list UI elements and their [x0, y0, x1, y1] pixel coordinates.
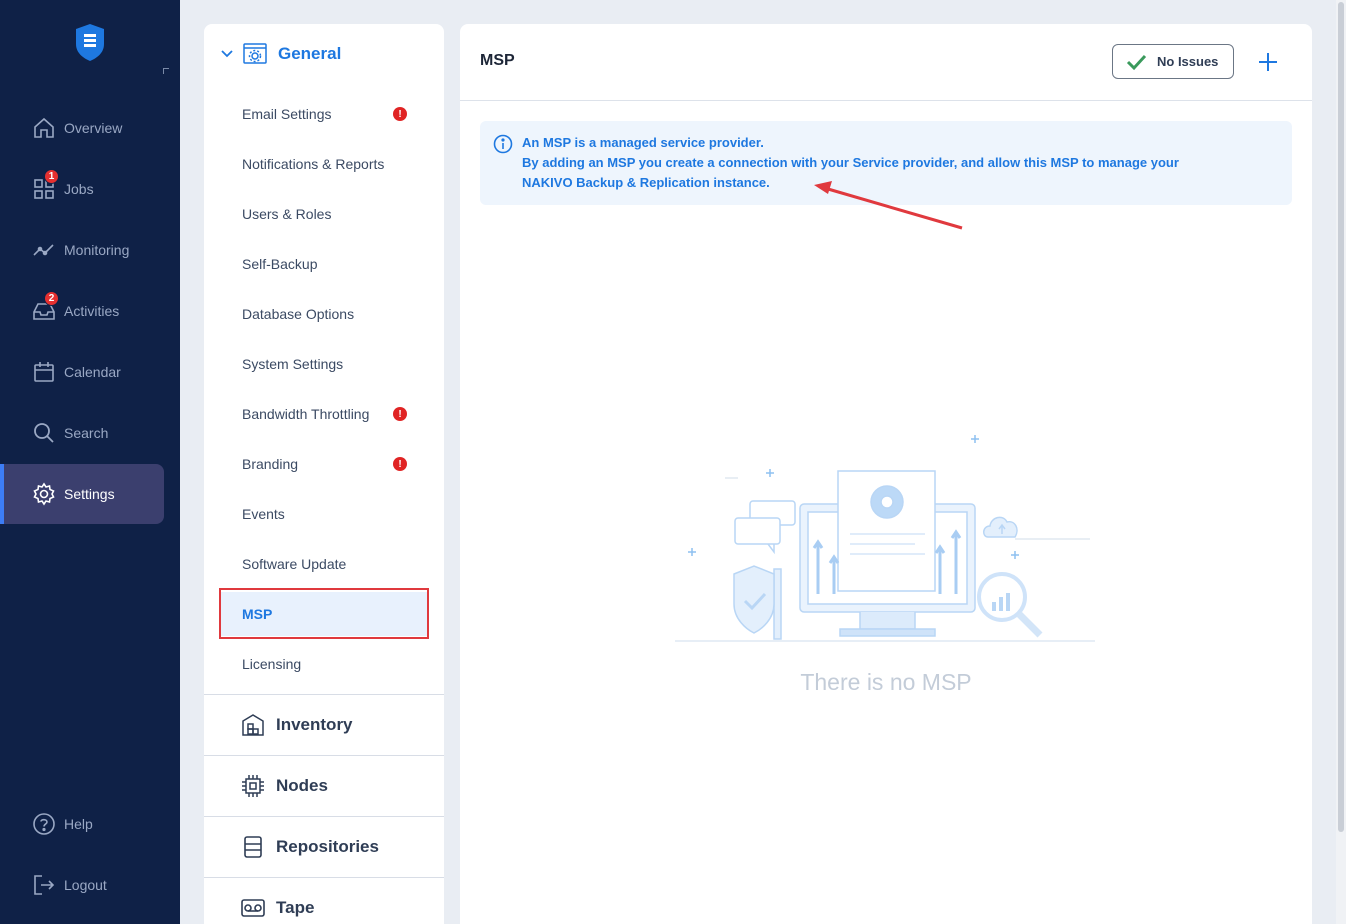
- panel-header: MSP No Issues: [460, 24, 1312, 101]
- settings-item-email[interactable]: Email Settings !: [242, 99, 432, 129]
- search-icon: [32, 421, 56, 445]
- nakivo-logo[interactable]: [73, 22, 107, 62]
- calendar-icon: [32, 360, 56, 384]
- item-label: System Settings: [242, 356, 344, 372]
- repositories-icon: [244, 836, 262, 858]
- status-button[interactable]: No Issues: [1112, 44, 1234, 79]
- settings-item-software-update[interactable]: Software Update: [242, 549, 432, 579]
- settings-item-system-settings[interactable]: System Settings: [242, 349, 432, 379]
- item-label: Bandwidth Throttling: [242, 406, 370, 422]
- nav-item-overview[interactable]: Overview: [0, 98, 164, 158]
- settings-item-self-backup[interactable]: Self-Backup: [242, 249, 432, 279]
- group-label: Tape: [276, 898, 315, 917]
- logout-icon: [32, 873, 56, 897]
- nodes-icon: [242, 775, 264, 797]
- settings-group-nodes[interactable]: Nodes: [204, 755, 444, 816]
- gear-icon: [32, 482, 56, 506]
- collapse-nav-icon[interactable]: [163, 68, 169, 74]
- nav-item-logout[interactable]: Logout: [0, 855, 164, 915]
- item-label: Licensing: [242, 656, 302, 672]
- settings-item-bandwidth-throttling[interactable]: Bandwidth Throttling !: [242, 399, 432, 429]
- nav-label: Settings: [64, 486, 115, 502]
- nav-label: Overview: [64, 120, 123, 136]
- settings-group-repositories[interactable]: Repositories: [204, 816, 444, 877]
- nav-item-calendar[interactable]: Calendar: [0, 342, 164, 402]
- chevron-down-icon: [221, 50, 233, 58]
- nav-label: Calendar: [64, 364, 121, 380]
- status-label: No Issues: [1157, 54, 1219, 69]
- info-text-line: By adding an MSP you create a connection…: [522, 155, 1179, 170]
- nav-item-help[interactable]: Help: [0, 794, 164, 854]
- empty-state-illustration: [675, 435, 1095, 642]
- settings-menu: General Email Settings ! Notifications &…: [204, 24, 444, 924]
- item-label: Email Settings: [242, 106, 332, 122]
- msp-panel: MSP No Issues An MSP is a managed servic…: [460, 24, 1312, 924]
- page-scrollbar[interactable]: [1336, 0, 1346, 924]
- settings-item-notifications[interactable]: Notifications & Reports: [242, 149, 432, 179]
- warning-icon: !: [393, 457, 407, 471]
- monitoring-icon: [32, 238, 56, 262]
- main-navigation: Overview 1 Jobs Monitoring 2 Activities …: [0, 0, 180, 924]
- nav-item-activities[interactable]: 2 Activities: [0, 281, 164, 341]
- warning-icon: !: [393, 407, 407, 421]
- item-label: Notifications & Reports: [242, 156, 385, 172]
- group-label: Repositories: [276, 837, 379, 856]
- jobs-count-badge: 1: [44, 169, 59, 184]
- help-icon: [32, 812, 56, 836]
- nav-item-monitoring[interactable]: Monitoring: [0, 220, 164, 280]
- general-settings-icon: [243, 43, 267, 64]
- home-icon: [32, 116, 56, 140]
- group-label: Inventory: [276, 715, 353, 734]
- nav-label: Logout: [64, 877, 107, 893]
- item-label: Self-Backup: [242, 256, 318, 272]
- settings-group-inventory[interactable]: Inventory: [204, 694, 444, 755]
- nav-label: Help: [64, 816, 93, 832]
- nav-label: Search: [64, 425, 109, 441]
- activities-count-badge: 2: [44, 291, 59, 306]
- tape-icon: [241, 899, 265, 917]
- settings-item-database-options[interactable]: Database Options: [242, 299, 432, 329]
- info-text-line: An MSP is a managed service provider.: [522, 135, 764, 150]
- nav-label: Jobs: [64, 181, 94, 197]
- settings-item-users-roles[interactable]: Users & Roles: [242, 199, 432, 229]
- info-banner: An MSP is a managed service provider. By…: [480, 121, 1292, 205]
- nav-item-jobs[interactable]: 1 Jobs: [0, 159, 164, 219]
- nav-label: Activities: [64, 303, 120, 319]
- settings-group-general[interactable]: General: [204, 38, 444, 70]
- item-label: Branding: [242, 456, 299, 472]
- inventory-icon: [242, 714, 264, 736]
- activities-icon: 2: [32, 291, 59, 323]
- page-title: MSP: [480, 52, 515, 69]
- jobs-icon: 1: [32, 169, 59, 201]
- info-icon: [493, 134, 513, 154]
- item-label: Users & Roles: [242, 206, 332, 222]
- annotation-highlight-frame: [219, 588, 429, 639]
- empty-state-message: There is no MSP: [800, 669, 972, 695]
- item-label: Database Options: [242, 306, 355, 322]
- settings-item-events[interactable]: Events: [242, 499, 432, 529]
- group-label: Nodes: [276, 776, 328, 795]
- settings-item-licensing[interactable]: Licensing: [242, 649, 432, 679]
- add-icon[interactable]: [1256, 50, 1280, 74]
- nav-item-settings[interactable]: Settings: [0, 464, 164, 524]
- item-label: Software Update: [242, 556, 347, 572]
- settings-group-tape[interactable]: Tape: [204, 877, 444, 924]
- nav-item-search[interactable]: Search: [0, 403, 164, 463]
- nav-label: Monitoring: [64, 242, 130, 258]
- checkmark-icon: [1126, 54, 1147, 70]
- scrollbar-thumb[interactable]: [1338, 2, 1344, 832]
- warning-icon: !: [393, 107, 407, 121]
- item-label: Events: [242, 506, 285, 522]
- group-label: General: [278, 44, 342, 63]
- settings-item-branding[interactable]: Branding !: [242, 449, 432, 479]
- info-text-line: NAKIVO Backup & Replication instance.: [522, 175, 770, 190]
